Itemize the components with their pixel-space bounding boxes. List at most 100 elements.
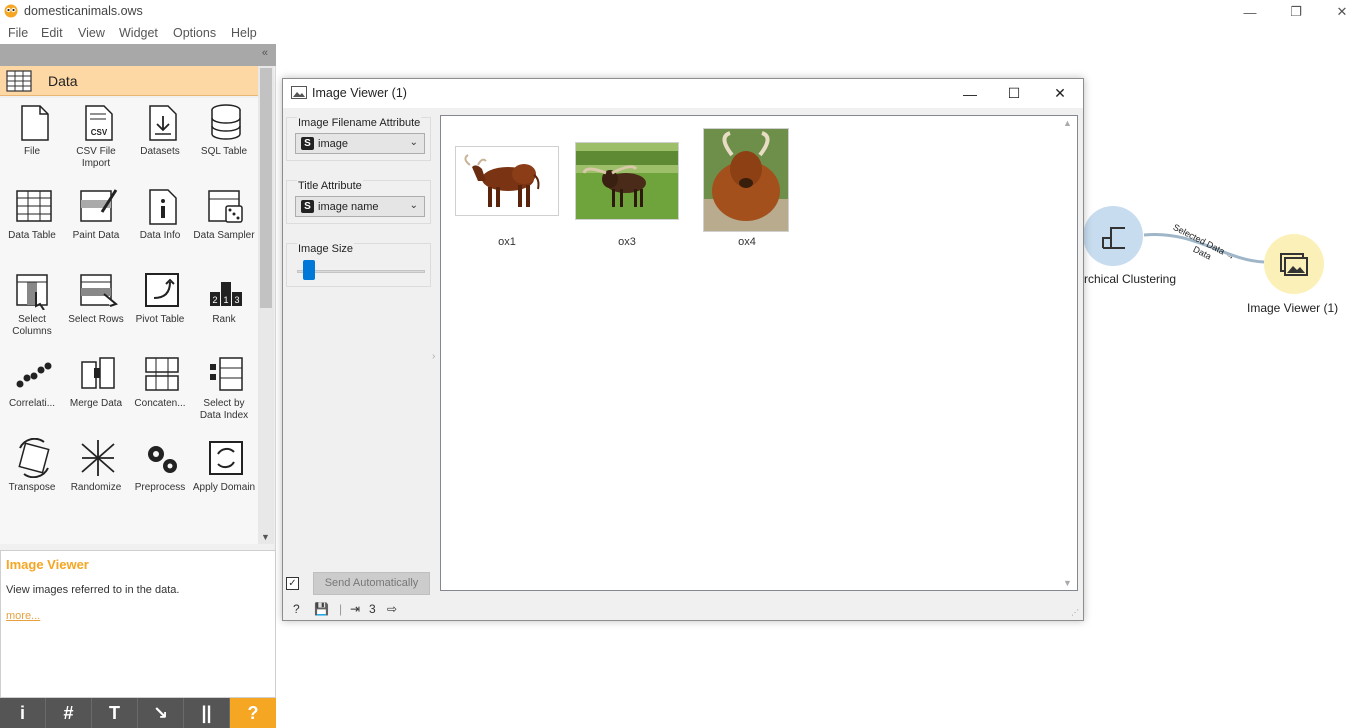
dialog-close-button[interactable]: ✕: [1037, 79, 1083, 108]
menu-view[interactable]: View: [78, 26, 105, 40]
maximize-icon: ☐: [1007, 85, 1021, 101]
svg-text:2: 2: [212, 295, 217, 305]
scroll-down-icon[interactable]: ▼: [1063, 578, 1072, 588]
file-icon: [21, 105, 49, 141]
input-icon: ⇥: [350, 602, 361, 616]
menu-file[interactable]: File: [8, 26, 28, 40]
menu-help[interactable]: Help: [231, 26, 257, 40]
widget-randomize[interactable]: Randomize: [64, 434, 128, 518]
pause-icon: ||: [201, 702, 212, 723]
help-button[interactable]: ?: [230, 698, 276, 728]
help-icon[interactable]: ?: [293, 602, 300, 616]
image-thumbnail[interactable]: [575, 142, 679, 220]
send-automatically-checkbox[interactable]: ✓: [286, 577, 299, 590]
status-bar: ? 💾 | ⇥ 3 ⇨: [283, 599, 483, 621]
dialog-maximize-button[interactable]: ☐: [991, 79, 1037, 108]
menu-widget[interactable]: Widget: [119, 26, 158, 40]
widget-file[interactable]: File: [0, 98, 64, 182]
help-icon: ?: [247, 702, 259, 723]
widget-transpose[interactable]: Transpose: [0, 434, 64, 518]
bottom-toolbar: i # T ↘ || ?: [0, 698, 276, 728]
widget-data-sampler[interactable]: Data Sampler: [192, 182, 256, 266]
csv-file-icon: CSV: [85, 105, 113, 141]
select-rows-icon: [80, 274, 118, 307]
text-icon: T: [109, 702, 120, 723]
widget-concatenate[interactable]: Concaten...: [128, 350, 192, 434]
widget-apply-domain[interactable]: Apply Domain: [192, 434, 256, 518]
ox-photo-image: [704, 129, 788, 231]
partial-widget-row: [0, 518, 258, 544]
image-thumbnail[interactable]: [455, 146, 559, 216]
widget-rank[interactable]: 2 1 3 Rank: [192, 266, 256, 350]
widget-data-info[interactable]: Data Info: [128, 182, 192, 266]
minimize-icon: —: [963, 85, 977, 102]
minimize-button[interactable]: —: [1227, 0, 1273, 24]
close-button[interactable]: ✕: [1319, 0, 1365, 24]
splitter-chevron-icon[interactable]: ›: [432, 351, 435, 362]
pivot-table-icon: [145, 273, 179, 307]
filename-attribute-combo[interactable]: S image ⌄: [295, 133, 425, 154]
string-type-icon: S: [301, 137, 314, 150]
resize-grip-icon[interactable]: ⋰: [1071, 608, 1081, 618]
title-attribute-box: Title Attribute S image name ⌄: [286, 180, 431, 224]
widget-label: Pivot Table: [135, 314, 185, 325]
menu-edit[interactable]: Edit: [41, 26, 63, 40]
widget-paint-data[interactable]: Paint Data: [64, 182, 128, 266]
help-title: Image Viewer: [6, 557, 89, 572]
widget-label: Concaten...: [134, 398, 186, 409]
svg-text:CSV: CSV: [91, 128, 108, 137]
dialog-title: Image Viewer (1): [312, 86, 407, 100]
hierarchical-clustering-node[interactable]: [1083, 206, 1143, 266]
scroll-up-icon[interactable]: ▲: [1063, 118, 1072, 128]
image-viewer-dialog: Image Viewer (1) — ☐ ✕ Image Filename At…: [282, 78, 1084, 621]
save-icon[interactable]: 💾: [314, 602, 329, 616]
widget-preprocess[interactable]: Preprocess: [128, 434, 192, 518]
category-header-data[interactable]: Data: [0, 66, 258, 96]
dialog-minimize-button[interactable]: —: [947, 79, 993, 108]
widget-sidebar: « Data File CSV CSV File Import Datasets SQL…: [0, 44, 276, 728]
help-more-link[interactable]: more...: [6, 610, 40, 622]
widget-label: Datasets: [140, 146, 180, 157]
widget-label: SQL Table: [200, 146, 248, 157]
scroll-down-icon[interactable]: ▼: [261, 532, 270, 542]
arrow-annotation-button[interactable]: ↘: [138, 698, 184, 728]
text-annotation-button[interactable]: T: [92, 698, 138, 728]
widget-data-table[interactable]: Data Table: [0, 182, 64, 266]
ox-photo-image: [576, 143, 678, 219]
widget-merge-data[interactable]: Merge Data: [64, 350, 128, 434]
sidebar-scrollbar[interactable]: ▼: [258, 66, 274, 544]
info-button[interactable]: i: [0, 698, 46, 728]
window-title: domesticanimals.ows: [24, 4, 143, 18]
image-size-slider-handle[interactable]: [302, 260, 315, 280]
filename-attribute-value: image: [318, 138, 348, 150]
restore-button[interactable]: ❐: [1273, 0, 1319, 24]
widget-select-columns[interactable]: Select Columns: [0, 266, 64, 350]
restore-icon: ❐: [1290, 4, 1302, 19]
scrollbar-thumb[interactable]: [260, 68, 272, 308]
image-thumbnail[interactable]: [703, 128, 789, 232]
data-sampler-icon: [208, 190, 243, 223]
title-attribute-value: image name: [318, 201, 379, 213]
image-title: ox3: [618, 236, 636, 248]
sidebar-topbar: «: [0, 44, 276, 66]
widget-correlations[interactable]: Correlati...: [0, 350, 64, 434]
widget-datasets[interactable]: Datasets: [128, 98, 192, 182]
grid-button[interactable]: #: [46, 698, 92, 728]
chevron-down-icon: ⌄: [409, 137, 418, 148]
menu-options[interactable]: Options: [173, 26, 216, 40]
widget-sql-table[interactable]: SQL Table: [192, 98, 256, 182]
collapse-icon[interactable]: «: [262, 47, 268, 59]
send-automatically-button[interactable]: Send Automatically: [313, 572, 430, 595]
title-attribute-combo[interactable]: S image name ⌄: [295, 196, 425, 217]
pause-button[interactable]: ||: [184, 698, 230, 728]
image-area-scrollbar[interactable]: ▲ ▼: [1063, 118, 1075, 588]
widget-pivot-table[interactable]: Pivot Table: [128, 266, 192, 350]
widget-label: CSV File Import: [76, 146, 116, 169]
widget-select-rows[interactable]: Select Rows: [64, 266, 128, 350]
image-viewer-node[interactable]: [1264, 234, 1324, 294]
widget-select-by-data-index[interactable]: Select by Data Index: [192, 350, 256, 434]
image-viewer-small-icon: [291, 86, 307, 99]
check-icon: ✓: [288, 578, 297, 589]
widget-csv-file[interactable]: CSV CSV File Import: [64, 98, 128, 182]
image-size-slider-track[interactable]: [297, 270, 425, 273]
